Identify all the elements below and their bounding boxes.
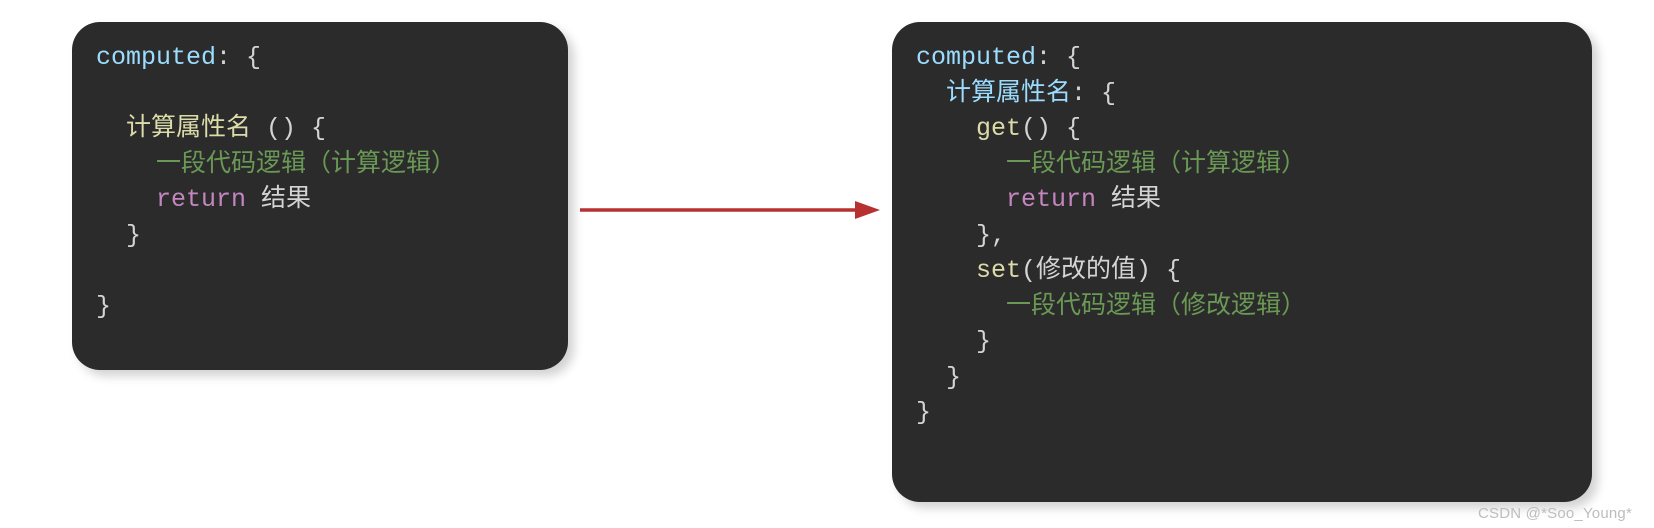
arrow-icon (580, 198, 880, 222)
code-line: 一段代码逻辑（修改逻辑） (916, 289, 1568, 325)
code-line: } (916, 395, 1568, 431)
code-line: computed: { (916, 40, 1568, 76)
token-return: return (1006, 185, 1096, 214)
token-punc: } (96, 292, 111, 321)
token-fn: 计算属性名 (126, 114, 251, 143)
token-punc: : { (1036, 43, 1081, 72)
code-line: 一段代码逻辑（计算逻辑） (916, 147, 1568, 183)
code-line: } (96, 289, 544, 325)
token-punc: () { (251, 114, 326, 143)
code-line: } (916, 324, 1568, 360)
code-line: 计算属性名: { (916, 76, 1568, 112)
token-comment: 一段代码逻辑（修改逻辑） (1006, 292, 1306, 321)
code-line: get() { (916, 111, 1568, 147)
code-line-blank (96, 253, 544, 289)
token-fn: get (976, 114, 1021, 143)
code-line: set(修改的值) { (916, 253, 1568, 289)
token-punc: (修改的值) { (1021, 256, 1181, 285)
token-return: return (156, 185, 246, 214)
watermark: CSDN @*Soo_Young* (1478, 505, 1632, 522)
code-panel-right: computed: { 计算属性名: { get() { 一段代码逻辑（计算逻辑… (892, 22, 1592, 502)
token-comment: 一段代码逻辑（计算逻辑） (156, 150, 456, 179)
code-line: return 结果 (916, 182, 1568, 218)
code-line-blank (96, 76, 544, 112)
code-line: } (96, 218, 544, 254)
code-line: }, (916, 218, 1568, 254)
token-plain: 结果 (1096, 185, 1161, 214)
token-punc: () { (1021, 114, 1081, 143)
code-line: return 结果 (96, 182, 544, 218)
token-key: computed (96, 43, 216, 72)
code-line: 计算属性名 () { (96, 111, 544, 147)
token-key: 计算属性名 (946, 79, 1071, 108)
token-punc: }, (976, 221, 1006, 250)
token-punc: } (946, 363, 961, 392)
code-panel-left: computed: { 计算属性名 () { 一段代码逻辑（计算逻辑） retu… (72, 22, 568, 370)
token-plain: 结果 (246, 185, 311, 214)
token-punc: : { (1071, 79, 1116, 108)
token-fn: set (976, 256, 1021, 285)
code-line: computed: { (96, 40, 544, 76)
token-punc: } (126, 221, 141, 250)
token-punc: : { (216, 43, 261, 72)
token-punc: } (976, 327, 991, 356)
token-key: computed (916, 43, 1036, 72)
code-line: } (916, 360, 1568, 396)
code-line: 一段代码逻辑（计算逻辑） (96, 147, 544, 183)
token-punc: } (916, 398, 931, 427)
token-comment: 一段代码逻辑（计算逻辑） (1006, 150, 1306, 179)
